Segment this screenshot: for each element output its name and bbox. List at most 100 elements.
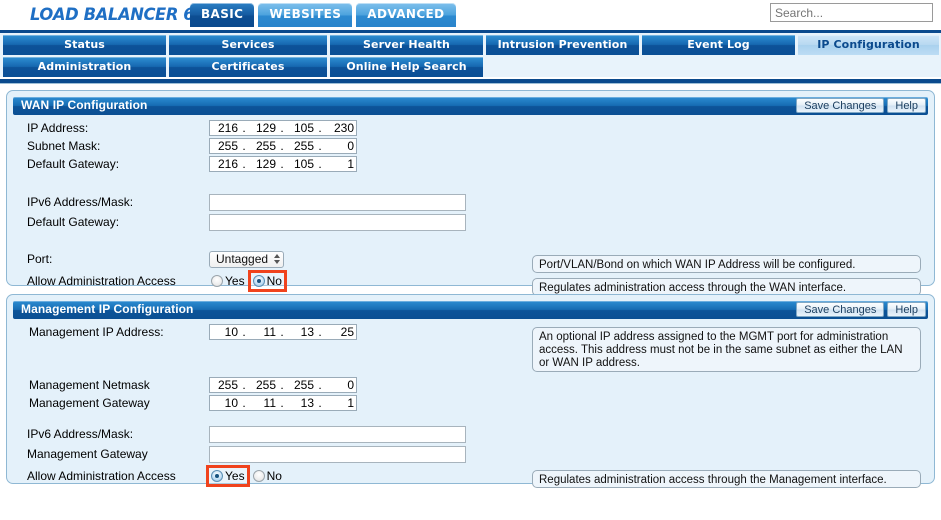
- nav-item-ip-configuration[interactable]: IP Configuration: [798, 35, 939, 55]
- main-tab-websites[interactable]: WEBSITES: [258, 3, 353, 27]
- nav-item-services[interactable]: Services: [169, 35, 327, 55]
- nav-item-server-health[interactable]: Server Health: [330, 35, 483, 55]
- radio-on-icon: [211, 470, 223, 482]
- mgmt-mask-octet-2[interactable]: [248, 378, 278, 392]
- mgmt-admin-access-no-radio[interactable]: No: [251, 468, 284, 484]
- wan-subnet-mask-field[interactable]: . . .: [209, 138, 357, 154]
- main-tab-bar: BASIC WEBSITES ADVANCED: [190, 3, 456, 27]
- mgmt-gw-octet-2[interactable]: [248, 396, 278, 410]
- wan-subnet-mask-row: Subnet Mask: . . .: [7, 137, 934, 155]
- wan-admin-no-label: No: [266, 274, 282, 288]
- mgmt-admin-access-yes-radio[interactable]: Yes: [206, 465, 250, 487]
- mgmt-ip-address-field[interactable]: . . .: [209, 324, 357, 340]
- secondary-nav: Status Services Server Health Intrusion …: [0, 30, 941, 77]
- mgmt-ip-octet-1[interactable]: [210, 325, 240, 339]
- wan-default-gateway-label: Default Gateway:: [27, 157, 120, 171]
- nav-item-online-help-search[interactable]: Online Help Search: [330, 57, 483, 77]
- main-tab-advanced[interactable]: ADVANCED: [356, 3, 456, 27]
- radio-off-icon: [252, 470, 265, 482]
- mgmt-netmask-row: Management Netmask . . .: [7, 376, 934, 394]
- nav-item-intrusion-prevention[interactable]: Intrusion Prevention: [486, 35, 639, 55]
- nav-item-certificates[interactable]: Certificates: [169, 57, 327, 77]
- wan-gw-octet-4[interactable]: [324, 157, 356, 171]
- ip-dot-separator: .: [318, 325, 322, 339]
- search-input[interactable]: [770, 3, 933, 22]
- mgmt-help-button[interactable]: Help: [887, 302, 926, 317]
- wan-panel-body: IP Address: . . . Subnet Mask: .: [7, 119, 934, 296]
- wan-port-help-text: Port/VLAN/Bond on which WAN IP Address w…: [532, 255, 921, 273]
- nav-item-administration[interactable]: Administration: [3, 57, 166, 77]
- wan-admin-access-label: Allow Administration Access: [27, 274, 176, 288]
- main-tab-basic[interactable]: BASIC: [190, 3, 255, 27]
- wan-default-gateway-field[interactable]: . . .: [209, 156, 357, 172]
- nav-item-status[interactable]: Status: [3, 35, 166, 55]
- wan-ip-octet-2[interactable]: [248, 121, 278, 135]
- wan-port-label: Port:: [27, 252, 53, 266]
- mgmt-ipv6-input[interactable]: [209, 425, 466, 443]
- ip-dot-separator: .: [280, 139, 284, 153]
- mgmt-gateway-row: Management Gateway . . .: [7, 394, 934, 412]
- mgmt-mask-octet-3[interactable]: [286, 378, 316, 392]
- mgmt-gw-octet-3[interactable]: [286, 396, 316, 410]
- mgmt-gateway-field[interactable]: . . .: [209, 395, 357, 411]
- nav-row-2: Administration Certificates Online Help …: [3, 57, 939, 77]
- wan-ip-address-label: IP Address:: [27, 121, 89, 135]
- mgmt-netmask-field[interactable]: . . .: [209, 377, 357, 393]
- wan-ipv6-gateway-row: Default Gateway:: [7, 213, 934, 231]
- stepper-arrows-icon: [274, 254, 281, 264]
- wan-mask-octet-1[interactable]: [210, 139, 240, 153]
- wan-spacer-2: [7, 231, 934, 248]
- wan-help-button[interactable]: Help: [887, 98, 926, 113]
- wan-ipv6-input[interactable]: [209, 193, 466, 211]
- mgmt-panel-header-buttons: Save Changes Help: [796, 302, 926, 317]
- wan-ipv6-gateway-label: Default Gateway:: [27, 215, 120, 229]
- wan-ipv6-label: IPv6 Address/Mask:: [27, 195, 134, 209]
- ip-dot-separator: .: [242, 325, 246, 339]
- mgmt-panel-body: Management IP Address: . . . Management …: [7, 323, 934, 488]
- mgmt-gw-octet-4[interactable]: [324, 396, 356, 410]
- wan-ip-configuration-panel: WAN IP Configuration Save Changes Help I…: [6, 90, 935, 296]
- wan-mask-octet-4[interactable]: [324, 139, 356, 153]
- wan-ip-address-field[interactable]: . . .: [209, 120, 357, 136]
- ip-dot-separator: .: [318, 378, 322, 392]
- mgmt-ipv6-gateway-input[interactable]: [209, 445, 466, 463]
- wan-ip-octet-1[interactable]: [210, 121, 240, 135]
- wan-ip-octet-3[interactable]: [286, 121, 316, 135]
- ip-dot-separator: .: [280, 157, 284, 171]
- wan-admin-access-no-radio[interactable]: No: [247, 270, 287, 292]
- page-content: WAN IP Configuration Save Changes Help I…: [0, 84, 941, 488]
- wan-admin-access-radio-group: Yes No: [209, 270, 287, 292]
- wan-port-select[interactable]: Untagged: [209, 250, 285, 268]
- mgmt-mask-octet-4[interactable]: [324, 378, 356, 392]
- wan-gw-octet-2[interactable]: [248, 157, 278, 171]
- wan-ipv6-gateway-input[interactable]: [209, 213, 466, 231]
- wan-gw-octet-1[interactable]: [210, 157, 240, 171]
- wan-ip-octet-4[interactable]: [324, 121, 356, 135]
- mgmt-mask-octet-1[interactable]: [210, 378, 240, 392]
- wan-gw-octet-3[interactable]: [286, 157, 316, 171]
- wan-save-changes-button[interactable]: Save Changes: [796, 98, 885, 113]
- nav-item-event-log[interactable]: Event Log: [642, 35, 795, 55]
- mgmt-ip-octet-2[interactable]: [248, 325, 278, 339]
- mgmt-ip-octet-3[interactable]: [286, 325, 316, 339]
- wan-admin-yes-label: Yes: [225, 274, 245, 288]
- top-bar: LOAD BALANCER 640 BASIC WEBSITES ADVANCE…: [0, 0, 941, 30]
- mgmt-admin-access-label: Allow Administration Access: [27, 469, 176, 483]
- wan-ip-address-row: IP Address: . . .: [7, 119, 934, 137]
- ip-dot-separator: .: [318, 396, 322, 410]
- nav-row-1: Status Services Server Health Intrusion …: [3, 33, 939, 55]
- wan-mask-octet-2[interactable]: [248, 139, 278, 153]
- mgmt-admin-no-label: No: [266, 469, 282, 483]
- mgmt-save-changes-button[interactable]: Save Changes: [796, 302, 885, 317]
- mgmt-gw-octet-1[interactable]: [210, 396, 240, 410]
- mgmt-admin-yes-label: Yes: [225, 469, 245, 483]
- mgmt-netmask-label: Management Netmask: [29, 378, 150, 392]
- mgmt-ip-octet-4[interactable]: [324, 325, 356, 339]
- wan-panel-header-buttons: Save Changes Help: [796, 98, 926, 113]
- wan-mask-octet-3[interactable]: [286, 139, 316, 153]
- wan-admin-access-yes-radio[interactable]: Yes: [209, 273, 247, 289]
- ip-dot-separator: .: [318, 121, 322, 135]
- wan-subnet-mask-label: Subnet Mask:: [27, 139, 101, 153]
- product-logo: LOAD BALANCER 640: [30, 5, 217, 25]
- radio-off-icon: [211, 275, 223, 287]
